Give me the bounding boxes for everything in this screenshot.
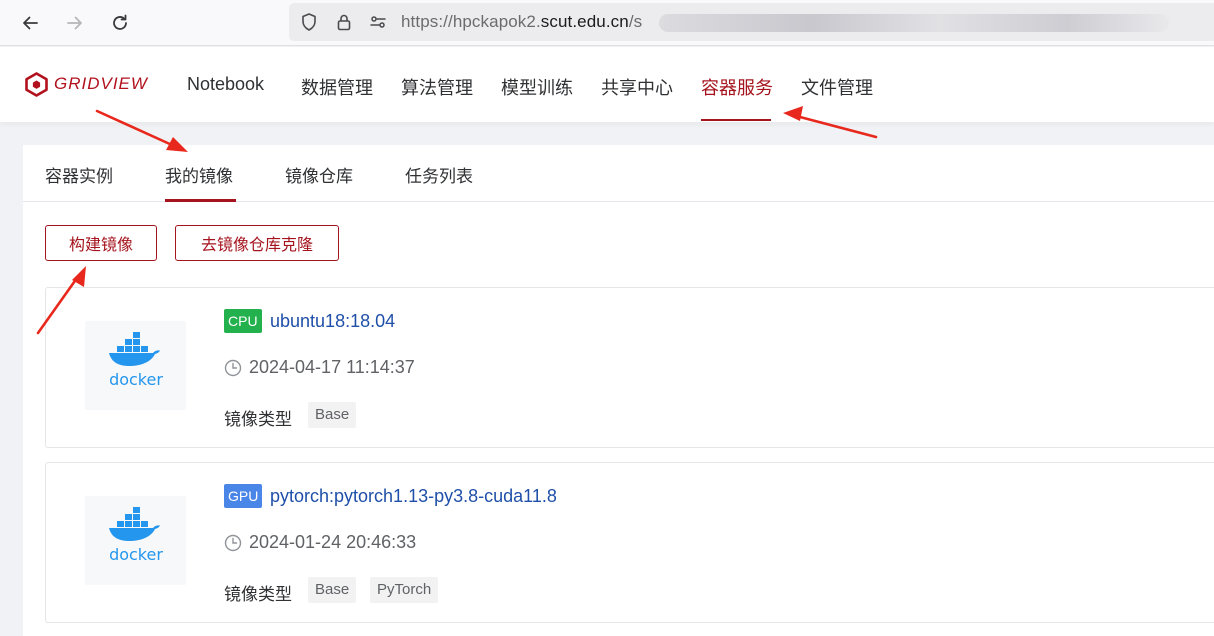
site-permissions-icon[interactable] (368, 12, 388, 32)
docker-whale-icon: docker (109, 332, 163, 388)
tab-image-registry[interactable]: 镜像仓库 (285, 162, 353, 187)
tab-my-images[interactable]: 我的镜像 (165, 162, 233, 187)
clock-icon (224, 534, 242, 552)
menu-item-algorithm-management[interactable]: 算法管理 (401, 74, 473, 100)
back-button[interactable] (16, 9, 44, 37)
created-timestamp: 2024-01-24 20:46:33 (249, 532, 417, 552)
docker-logo-text: docker (109, 545, 163, 563)
docker-whale-icon: docker (109, 507, 163, 563)
menu-item-file-management[interactable]: 文件管理 (801, 74, 873, 100)
image-name-link[interactable]: ubuntu18:18.04 (270, 311, 395, 332)
image-name-link[interactable]: pytorch:pytorch1.13-py3.8-cuda11.8 (270, 486, 557, 507)
menu-item-sharing-center[interactable]: 共享中心 (601, 74, 673, 100)
image-type-tag: Base (308, 577, 357, 603)
reload-button[interactable] (106, 9, 134, 37)
tab-bar: 容器实例 我的镜像 镜像仓库 任务列表 (23, 145, 1214, 202)
reload-icon (113, 14, 127, 30)
image-thumbnail: docker (85, 496, 186, 585)
menu-item-model-training[interactable]: 模型训练 (501, 74, 573, 100)
app-header: GRIDVIEW Notebook 数据管理 算法管理 模型训练 共享中心 容器… (0, 47, 1214, 122)
image-type-tag: PyTorch (370, 577, 439, 603)
back-arrow-icon (23, 16, 38, 30)
address-bar[interactable]: https://hpckapok2.scut.edu.cn/s (289, 3, 1214, 41)
browser-toolbar: https://hpckapok2.scut.edu.cn/s (0, 0, 1214, 46)
menu-item-notebook[interactable]: Notebook (187, 74, 264, 95)
hardware-badge: GPU (224, 484, 263, 508)
image-card[interactable]: docker CPU ubuntu18:18.04 2024-04-17 11:… (45, 287, 1214, 448)
hardware-badge: CPU (224, 309, 262, 333)
url-prefix: https://hpckapok2. (401, 12, 541, 31)
url-suffix: /s (628, 12, 643, 31)
shield-icon[interactable] (299, 12, 319, 32)
lock-icon[interactable] (334, 12, 354, 32)
build-image-button[interactable]: 构建镜像 (45, 225, 157, 261)
image-type-tag: Base (308, 402, 357, 428)
main-content: 容器实例 我的镜像 镜像仓库 任务列表 构建镜像 去镜像仓库克隆 docker … (23, 145, 1214, 636)
image-type-label: 镜像类型 (224, 585, 292, 604)
url-text[interactable]: https://hpckapok2.scut.edu.cn/s (401, 12, 642, 32)
forward-arrow-icon (67, 16, 82, 30)
forward-button[interactable] (61, 9, 89, 37)
menu-item-container-service[interactable]: 容器服务 (701, 74, 773, 100)
image-card[interactable]: docker GPU pytorch:pytorch1.13-py3.8-cud… (45, 462, 1214, 623)
docker-logo-text: docker (109, 370, 163, 388)
gridview-logo-icon (25, 72, 48, 97)
image-type-label: 镜像类型 (224, 410, 292, 429)
tab-task-list[interactable]: 任务列表 (405, 162, 473, 187)
clock-icon (224, 359, 242, 377)
url-host: scut.edu.cn (540, 12, 629, 31)
tab-container-instances[interactable]: 容器实例 (45, 162, 113, 187)
menu-item-data-management[interactable]: 数据管理 (301, 74, 373, 100)
active-menu-indicator (701, 119, 771, 121)
redacted-url-region (659, 14, 1169, 32)
created-timestamp: 2024-04-17 11:14:37 (249, 357, 415, 377)
logo-text: GRIDVIEW (54, 74, 148, 93)
gridview-logo[interactable]: GRIDVIEW (24, 71, 160, 99)
image-thumbnail: docker (85, 321, 186, 410)
clone-from-registry-button[interactable]: 去镜像仓库克隆 (175, 225, 339, 261)
active-tab-indicator (165, 199, 236, 202)
